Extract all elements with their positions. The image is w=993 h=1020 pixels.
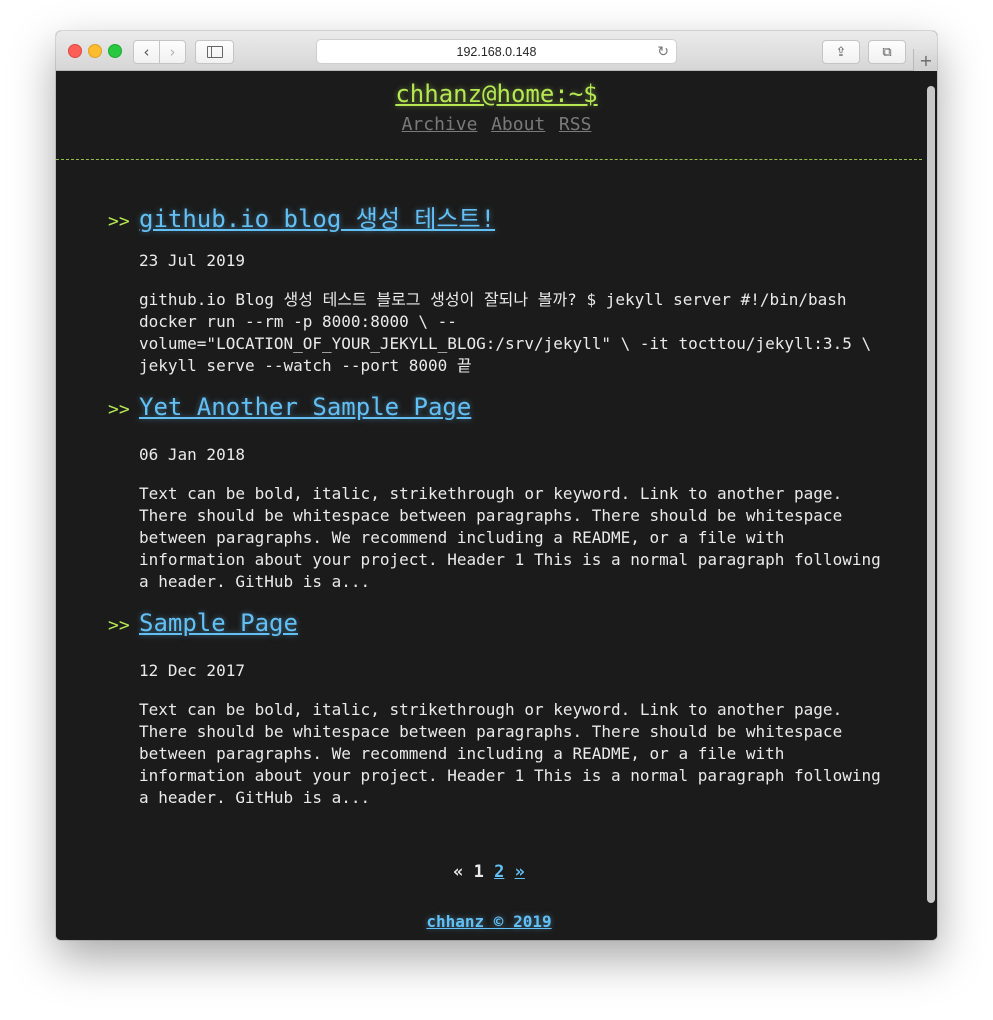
post-excerpt: Text can be bold, italic, strikethrough … xyxy=(139,700,881,807)
post-title-link[interactable]: Sample Page xyxy=(139,609,298,637)
sidebar-icon xyxy=(206,46,223,58)
pagination-page-2-link[interactable]: 2 xyxy=(494,862,504,882)
post-title-link[interactable]: Yet Another Sample Page xyxy=(139,393,471,421)
header-divider xyxy=(56,159,922,160)
tabs-icon: ⧉ xyxy=(882,44,892,60)
post-title-link[interactable]: github.io blog 생성 테스트! xyxy=(139,199,495,234)
zoom-window-button[interactable] xyxy=(108,44,122,58)
chevron-left-icon: ‹ xyxy=(143,43,150,61)
browser-window: ‹ › 192.168.0.148 ↻ ⇪ ⧉ + chhanz@home:~$… xyxy=(56,31,937,940)
post-item: >> Yet Another Sample Page 06 Jan 2018 T… xyxy=(108,393,888,593)
post-excerpt: Text can be bold, italic, strikethrough … xyxy=(139,484,881,591)
pagination-current-page: 1 xyxy=(473,862,484,882)
site-footer: chhanz © 2019 xyxy=(56,912,922,931)
chevron-right-icon: › xyxy=(169,43,176,61)
site-header: chhanz@home:~$ Archive About RSS xyxy=(56,71,937,135)
site-nav: Archive About RSS xyxy=(56,114,937,135)
minimize-window-button[interactable] xyxy=(88,44,102,58)
address-bar[interactable]: 192.168.0.148 ↻ xyxy=(316,39,677,64)
show-tabs-button[interactable]: ⧉ xyxy=(868,40,906,64)
page-scrollbar[interactable] xyxy=(927,86,935,903)
title-bar: ‹ › 192.168.0.148 ↻ ⇪ ⧉ + xyxy=(56,31,937,71)
nav-archive-link[interactable]: Archive xyxy=(402,114,478,135)
history-nav: ‹ › xyxy=(133,40,186,64)
post-date: 06 Jan 2018 xyxy=(139,445,245,464)
post-item: >> github.io blog 생성 테스트! 23 Jul 2019 gi… xyxy=(108,199,888,377)
nav-rss-link[interactable]: RSS xyxy=(559,114,592,135)
url-text: 192.168.0.148 xyxy=(456,44,537,59)
post-title-row: >> Sample Page xyxy=(108,609,888,647)
nav-about-link[interactable]: About xyxy=(491,114,545,135)
footer-link[interactable]: chhanz © 2019 xyxy=(426,912,551,931)
share-icon: ⇪ xyxy=(835,44,847,60)
post-arrow: >> xyxy=(108,399,130,420)
share-button[interactable]: ⇪ xyxy=(822,40,860,64)
plus-icon: + xyxy=(919,50,933,70)
sidebar-toggle-button[interactable] xyxy=(195,40,234,64)
forward-button[interactable]: › xyxy=(159,41,185,63)
site-title-link[interactable]: chhanz@home:~$ xyxy=(395,80,597,108)
pagination: « 1 2 » xyxy=(56,862,922,882)
post-excerpt: github.io Blog 생성 테스트 블로그 생성이 잘되나 볼까? $ … xyxy=(139,290,872,375)
post-item: >> Sample Page 12 Dec 2017 Text can be b… xyxy=(108,609,888,809)
pagination-prev: « xyxy=(453,862,464,882)
post-date: 23 Jul 2019 xyxy=(139,251,245,270)
post-title-row: >> Yet Another Sample Page xyxy=(108,393,888,431)
post-arrow: >> xyxy=(108,615,130,636)
post-title-row: >> github.io blog 생성 테스트! xyxy=(108,199,888,237)
pagination-next-link[interactable]: » xyxy=(515,862,525,882)
post-arrow: >> xyxy=(108,211,130,232)
reload-icon[interactable]: ↻ xyxy=(657,43,669,60)
post-list: >> github.io blog 생성 테스트! 23 Jul 2019 gi… xyxy=(108,199,888,825)
post-date: 12 Dec 2017 xyxy=(139,661,245,680)
back-button[interactable]: ‹ xyxy=(134,41,159,63)
new-tab-button[interactable]: + xyxy=(913,49,937,71)
close-window-button[interactable] xyxy=(68,44,82,58)
page-viewport: chhanz@home:~$ Archive About RSS >> gith… xyxy=(56,71,937,940)
